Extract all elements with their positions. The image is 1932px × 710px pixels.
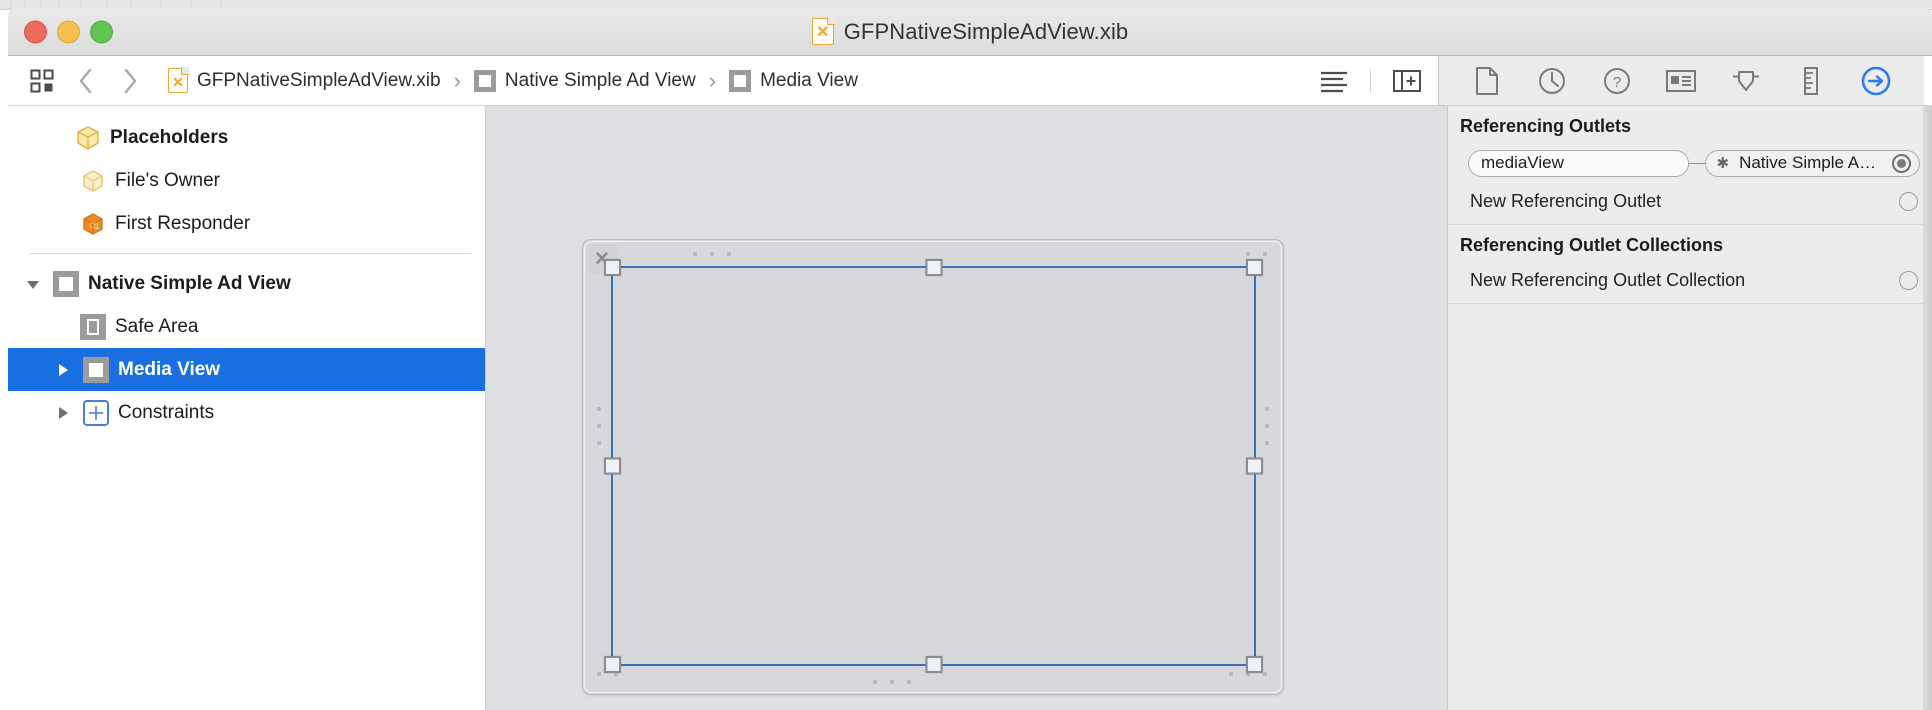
new-referencing-outlet-collection-row[interactable]: New Referencing Outlet Collection: [1448, 262, 1932, 298]
interface-builder-canvas[interactable]: ✕: [486, 106, 1447, 710]
cube-yellow-icon: [80, 168, 106, 194]
resize-handle-middle-left[interactable]: [604, 457, 621, 475]
related-items-icon[interactable]: [22, 61, 62, 101]
outlet-connection-row[interactable]: mediaView ✱ Native Simple A…: [1448, 143, 1932, 183]
new-referencing-outlet-row[interactable]: New Referencing Outlet: [1448, 183, 1932, 219]
attributes-inspector-tab[interactable]: [1726, 61, 1766, 101]
disclosure-triangle-collapsed[interactable]: [52, 405, 74, 421]
resize-handle-bottom-right[interactable]: [1246, 656, 1263, 673]
view-square-icon: [53, 270, 79, 297]
document-outline[interactable]: Placeholders File's Owner ☐ 1 First Resp…: [8, 106, 486, 710]
close-button[interactable]: [24, 20, 47, 43]
resize-handle-bottom-center[interactable]: [925, 656, 942, 673]
svg-text:1: 1: [95, 222, 100, 231]
outline-item-media-view[interactable]: Media View: [8, 348, 485, 391]
editor-area: Placeholders File's Owner ☐ 1 First Resp…: [8, 106, 1932, 710]
section-title-referencing-outlet-collections: Referencing Outlet Collections: [1460, 235, 1724, 255]
resize-handle-bottom-left[interactable]: [604, 656, 621, 673]
resize-handle-top-center[interactable]: [925, 259, 942, 276]
cube-yellow-icon: [75, 125, 101, 151]
resize-handle-top-left[interactable]: [604, 259, 621, 276]
inspector-scrollbar[interactable]: [1923, 106, 1932, 710]
file-inspector-tab[interactable]: [1467, 61, 1507, 101]
outline-label: File's Owner: [115, 169, 220, 191]
connection-line: [1688, 162, 1705, 164]
toolbar-divider: [1370, 68, 1371, 93]
breadcrumb: ✕ GFPNativeSimpleAdView.xib › Native Sim…: [164, 67, 862, 94]
svg-text:?: ?: [1613, 74, 1621, 91]
outline-divider: [30, 253, 471, 254]
minimize-button[interactable]: [57, 20, 80, 43]
window-title-text: GFPNativeSimpleAdView.xib: [843, 18, 1129, 44]
outlet-target-pill[interactable]: ✱ Native Simple A…: [1704, 149, 1920, 177]
outline-label: First Responder: [115, 212, 251, 234]
xib-file-icon: ✕: [811, 17, 835, 45]
outline-item-safe-area[interactable]: Safe Area: [8, 305, 485, 348]
traffic-lights: [24, 20, 113, 43]
lines-icon[interactable]: [1314, 61, 1354, 101]
panel-plus-icon[interactable]: [1387, 61, 1427, 101]
remove-connection-icon[interactable]: ✱: [1717, 156, 1730, 171]
cube-orange-responder-icon: ☐ 1: [80, 211, 106, 237]
breadcrumb-label-media-view: Media View: [760, 69, 858, 91]
connections-inspector-tab[interactable]: [1856, 61, 1896, 101]
section-title-referencing-outlets: Referencing Outlets: [1460, 116, 1632, 136]
title-bar: ✕ GFPNativeSimpleAdView.xib: [8, 8, 1932, 56]
resize-handle-top-right[interactable]: [1246, 259, 1263, 276]
selected-media-view[interactable]: [604, 259, 1263, 673]
breadcrumb-separator: ›: [708, 67, 717, 93]
outline-label: Media View: [118, 358, 221, 380]
connection-well-empty[interactable]: [1899, 270, 1918, 290]
breadcrumb-label-file: GFPNativeSimpleAdView.xib: [197, 69, 441, 91]
outline-item-first-responder[interactable]: ☐ 1 First Responder: [8, 202, 485, 245]
outline-label: Safe Area: [115, 315, 199, 337]
view-container[interactable]: ✕: [582, 239, 1284, 695]
safe-area-icon: [80, 313, 106, 340]
outline-item-files-owner[interactable]: File's Owner: [8, 159, 485, 202]
inspector-tab-bar: ?: [1438, 56, 1924, 106]
breadcrumb-item-file[interactable]: ✕ GFPNativeSimpleAdView.xib: [164, 67, 445, 93]
connections-inspector: Referencing Outlets mediaView ✱ Native S…: [1447, 106, 1932, 710]
window-title: ✕ GFPNativeSimpleAdView.xib: [811, 17, 1129, 45]
outline-item-placeholders[interactable]: Placeholders: [8, 116, 485, 159]
resize-handle-middle-right[interactable]: [1246, 457, 1263, 475]
constraint-dots-top-right: [1246, 252, 1267, 256]
breadcrumb-label-native-simple-ad-view: Native Simple Ad View: [504, 69, 696, 91]
constraint-dots-top-left: [693, 252, 731, 256]
constraints-icon: [83, 399, 109, 426]
outlet-target-label: Native Simple A…: [1739, 153, 1877, 172]
xcode-window: ✕ GFPNativeSimpleAdView.xib ✕ GFPNativeS…: [0, 0, 1932, 710]
breadcrumb-item-native-simple-ad-view[interactable]: Native Simple Ad View: [470, 69, 700, 92]
disclosure-triangle-expanded[interactable]: [22, 276, 44, 292]
constraint-dots-left-middle: [597, 407, 601, 445]
view-square-icon: [473, 69, 496, 92]
disclosure-triangle-collapsed[interactable]: [52, 362, 74, 378]
constraint-dots-bottom-center: [873, 680, 911, 684]
breadcrumb-separator: ›: [453, 67, 461, 93]
constraint-dots-right-middle: [1265, 407, 1269, 445]
new-referencing-outlet-label: New Referencing Outlet: [1470, 190, 1662, 211]
zoom-button[interactable]: [90, 20, 113, 43]
outline-label: Native Simple Ad View: [88, 272, 291, 294]
connection-well-filled[interactable]: [1892, 153, 1911, 173]
outline-label: Constraints: [118, 401, 215, 423]
back-button[interactable]: [66, 61, 106, 101]
xib-file-icon: ✕: [168, 67, 189, 93]
outline-item-native-simple-ad-view[interactable]: Native Simple Ad View: [8, 262, 485, 305]
forward-button[interactable]: [110, 61, 150, 101]
outline-item-constraints[interactable]: Constraints: [8, 391, 485, 434]
connection-well-empty[interactable]: [1899, 191, 1918, 211]
outlet-name-pill[interactable]: mediaView: [1468, 149, 1689, 177]
view-square-filled-icon: [83, 356, 109, 383]
outline-label: Placeholders: [110, 126, 229, 148]
identity-inspector-tab[interactable]: [1661, 61, 1701, 101]
breadcrumb-item-media-view[interactable]: Media View: [725, 69, 862, 92]
new-referencing-outlet-collection-label: New Referencing Outlet Collection: [1470, 269, 1746, 290]
history-inspector-tab[interactable]: [1532, 61, 1572, 101]
view-square-icon: [729, 69, 752, 92]
quick-help-inspector-tab[interactable]: ?: [1597, 61, 1637, 101]
inspector-divider: [1448, 303, 1932, 304]
size-inspector-tab[interactable]: [1791, 61, 1831, 101]
